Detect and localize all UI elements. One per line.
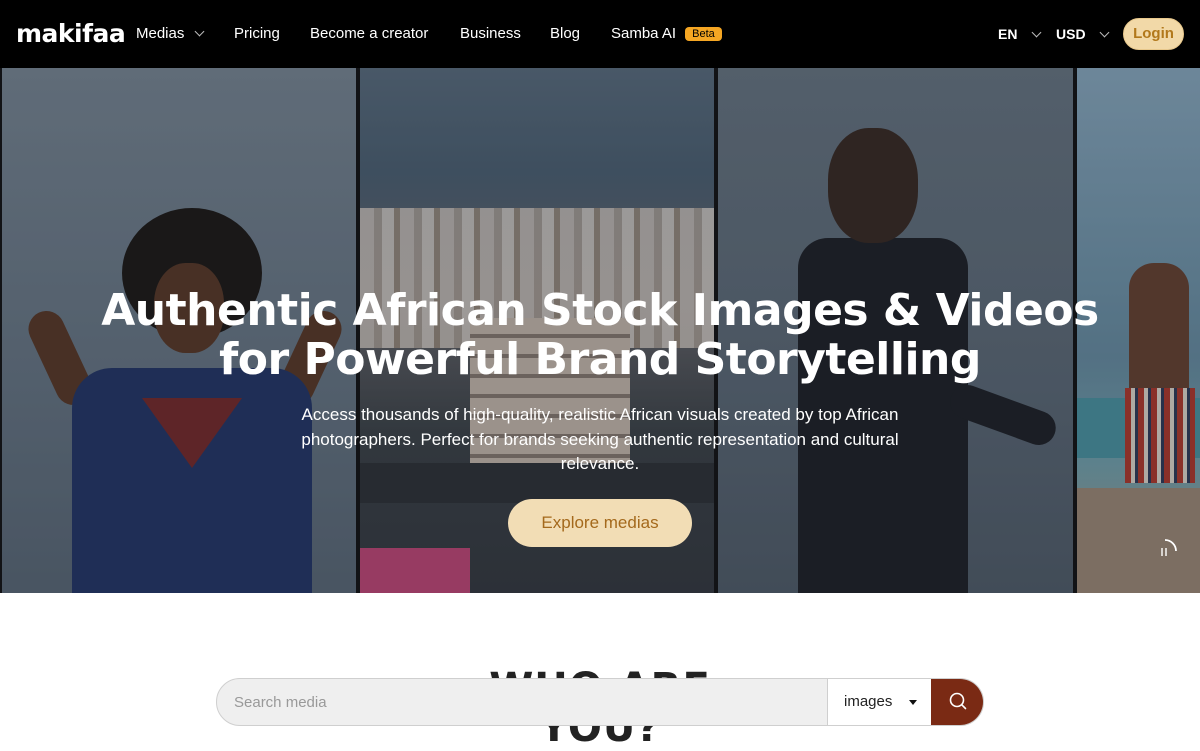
nav-business[interactable]: Business [460,24,521,44]
nav-medias[interactable]: Medias [136,24,204,44]
currency-selector[interactable]: USD [1056,24,1110,44]
search-input[interactable] [217,679,827,725]
currency-label: USD [1056,26,1086,42]
language-label: EN [998,26,1018,42]
chevron-down-icon [1031,27,1042,38]
language-selector[interactable]: EN [998,24,1042,44]
explore-medias-button[interactable]: Explore medias [508,499,692,547]
pause-icon[interactable] [1152,538,1178,564]
hero-section: Authentic African Stock Images & Videos … [0,68,1200,593]
search-bar: images [216,678,984,726]
nav-pricing[interactable]: Pricing [234,24,280,44]
nav-samba-ai[interactable]: Samba AI [611,24,676,44]
login-button[interactable]: Login [1123,18,1184,50]
nav-become-creator[interactable]: Become a creator [310,24,428,44]
navbar: makifaa Medias Pricing Become a creator … [0,0,1200,68]
hero-subtitle: Access thousands of high-quality, realis… [301,405,899,473]
caret-down-icon [909,700,917,705]
search-button[interactable] [931,679,983,725]
nav-blog[interactable]: Blog [550,24,580,44]
nav-medias-label: Medias [136,25,185,42]
chevron-down-icon [1100,27,1110,38]
hero-title: Authentic African Stock Images & Videos … [101,285,1099,385]
media-type-value: images [844,693,893,710]
media-type-select[interactable]: images [827,679,932,725]
logo[interactable]: makifaa [16,19,126,49]
chevron-down-icon [194,26,204,37]
search-icon [949,692,967,710]
beta-badge: Beta [685,27,722,41]
